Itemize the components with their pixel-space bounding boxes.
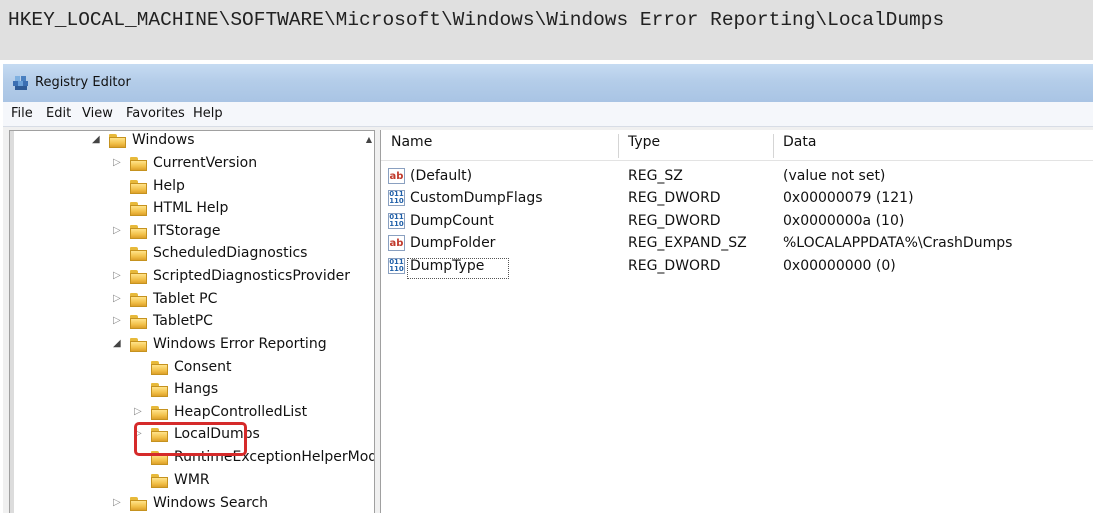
tree-item-label: Hangs [174, 381, 219, 397]
folder-icon [151, 361, 168, 375]
value-data: 0x0000000a (10) [783, 213, 905, 229]
values-list-pane[interactable]: Name Type Data ab (Default) REG_SZ (valu… [380, 130, 1093, 513]
column-separator[interactable] [618, 134, 619, 158]
title-bar[interactable]: Registry Editor [3, 64, 1093, 102]
value-row[interactable]: ab (Default) REG_SZ (value not set) [381, 166, 1093, 189]
collapse-icon[interactable]: ◢ [113, 338, 121, 349]
value-row[interactable]: 011 110 DumpCount REG_DWORD 0x0000000a (1… [381, 211, 1093, 234]
folder-icon [130, 338, 147, 352]
tree-item-label: ScheduledDiagnostics [153, 245, 308, 261]
value-type: REG_EXPAND_SZ [628, 235, 747, 251]
scroll-up-arrow-icon[interactable]: ▲ [366, 135, 372, 144]
tree-item-label: Consent [174, 359, 232, 375]
folder-icon [130, 247, 147, 261]
folder-icon [151, 406, 168, 420]
value-name: (Default) [410, 168, 473, 184]
column-header-name[interactable]: Name [391, 134, 432, 160]
menu-view[interactable]: View [82, 106, 113, 121]
binary-value-icon: 011 110 [388, 258, 405, 274]
tree-item-label: WMR [174, 472, 210, 488]
tree-left-border [10, 131, 14, 513]
value-name: DumpFolder [410, 235, 496, 251]
column-header-type[interactable]: Type [628, 134, 660, 160]
folder-icon [130, 225, 147, 239]
value-type: REG_DWORD [628, 213, 721, 229]
tree-item-label: ScriptedDiagnosticsProvider [153, 268, 350, 284]
expand-icon[interactable]: ▷ [113, 293, 121, 304]
value-name: CustomDumpFlags [410, 190, 543, 206]
header-divider [381, 160, 1093, 161]
value-data: %LOCALAPPDATA%\CrashDumps [783, 235, 1013, 251]
collapse-icon[interactable]: ◢ [92, 134, 100, 145]
folder-icon [130, 315, 147, 329]
tree-item-label: TabletPC [153, 313, 213, 329]
folder-icon [130, 293, 147, 307]
binary-value-icon: 011 110 [388, 190, 405, 206]
expand-icon[interactable]: ▷ [113, 497, 121, 508]
folder-icon [151, 383, 168, 397]
string-value-icon: ab [388, 168, 405, 184]
value-data: (value not set) [783, 168, 886, 184]
value-type: REG_DWORD [628, 258, 721, 274]
string-value-icon: ab [388, 235, 405, 251]
value-data: 0x00000000 (0) [783, 258, 896, 274]
folder-icon [130, 180, 147, 194]
tree-item-label: ITStorage [153, 223, 221, 239]
folder-icon [130, 157, 147, 171]
tree-item-label: Windows Error Reporting [153, 336, 327, 352]
menu-favorites[interactable]: Favorites [126, 106, 185, 121]
expand-icon[interactable]: ▷ [113, 157, 121, 168]
binary-value-icon: 011 110 [388, 213, 405, 229]
expand-icon[interactable]: ▷ [134, 406, 142, 417]
value-data: 0x00000079 (121) [783, 190, 914, 206]
value-type: REG_SZ [628, 168, 683, 184]
menu-file[interactable]: File [11, 106, 33, 121]
folder-icon [130, 270, 147, 284]
folder-icon [130, 497, 147, 511]
value-type: REG_DWORD [628, 190, 721, 206]
tree-item-label: Windows Search [153, 495, 269, 511]
folder-icon [151, 474, 168, 488]
value-row-selected[interactable]: 011 110 DumpType REG_DWORD 0x00000000 (0) [381, 256, 1093, 279]
value-row[interactable]: ab DumpFolder REG_EXPAND_SZ %LOCALAPPDAT… [381, 233, 1093, 256]
tree-item-label: Tablet PC [153, 291, 218, 307]
tree-item-label: HeapControlledList [174, 404, 308, 420]
localdumps-highlight-box [134, 422, 247, 456]
menu-edit[interactable]: Edit [46, 106, 71, 121]
value-name: DumpType [410, 258, 485, 274]
folder-icon [109, 134, 126, 148]
tree-item-label: Windows [132, 132, 195, 148]
expand-icon[interactable]: ▷ [113, 315, 121, 326]
expand-icon[interactable]: ▷ [113, 225, 121, 236]
folder-icon [130, 202, 147, 216]
expand-icon[interactable]: ▷ [113, 270, 121, 281]
window-title: Registry Editor [35, 75, 131, 90]
value-row[interactable]: 011 110 CustomDumpFlags REG_DWORD 0x00000… [381, 188, 1093, 211]
registry-path-text: HKEY_LOCAL_MACHINE\SOFTWARE\Microsoft\Wi… [8, 9, 945, 31]
menu-bar: File Edit View Favorites Help [3, 102, 1093, 127]
tree-item-label: Help [153, 178, 185, 194]
column-header-data[interactable]: Data [783, 134, 816, 160]
registry-path-caption: HKEY_LOCAL_MACHINE\SOFTWARE\Microsoft\Wi… [0, 0, 1093, 60]
value-name: DumpCount [410, 213, 494, 229]
registry-editor-icon [13, 76, 28, 90]
tree-item-label: HTML Help [153, 200, 229, 216]
column-separator[interactable] [773, 134, 774, 158]
menu-help[interactable]: Help [193, 106, 223, 121]
tree-item-label: CurrentVersion [153, 155, 258, 171]
